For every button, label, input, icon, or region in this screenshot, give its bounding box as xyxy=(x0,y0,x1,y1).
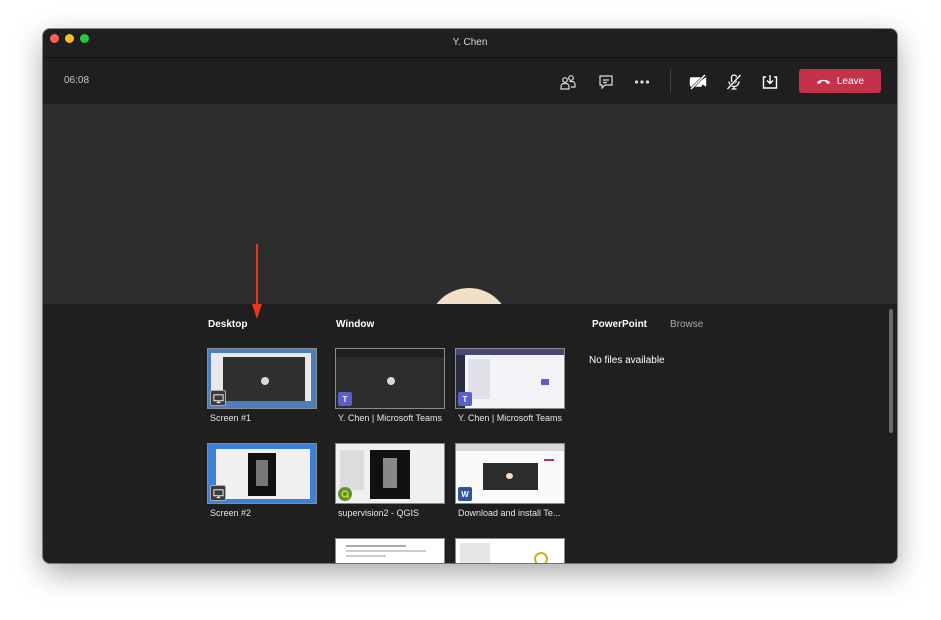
share-panel-scrollbar[interactable] xyxy=(889,309,893,433)
window-thumbnail xyxy=(335,538,445,563)
desktop-heading: Desktop xyxy=(208,319,248,330)
window-tile-label: Y. Chen | Microsoft Teams xyxy=(458,413,563,423)
chat-icon[interactable] xyxy=(596,72,616,92)
powerpoint-heading: PowerPoint xyxy=(592,319,648,330)
more-icon[interactable] xyxy=(632,72,652,92)
window-title: Y. Chen xyxy=(452,37,488,48)
teams-window: Y. Chen 06:08 Leave Desktop Window Power… xyxy=(43,29,897,563)
meeting-stage xyxy=(43,104,897,370)
window-thumbnail xyxy=(335,443,445,504)
no-files-message: No files available xyxy=(589,355,665,366)
browse-link[interactable]: Browse xyxy=(670,319,703,330)
window-thumbnail: T xyxy=(335,348,445,409)
share-tray-icon[interactable] xyxy=(760,72,780,92)
share-content-panel: Desktop Window PowerPoint Browse No file… xyxy=(43,304,897,563)
leave-label: Leave xyxy=(836,75,865,87)
screen-2-tile[interactable]: Screen #2 xyxy=(207,443,317,518)
teams-app-icon: T xyxy=(458,392,472,406)
people-icon[interactable] xyxy=(558,72,578,92)
window-thumbnail: T xyxy=(455,348,565,409)
meeting-timer: 06:08 xyxy=(64,75,90,86)
screen-thumbnail xyxy=(207,348,317,409)
camera-off-icon[interactable] xyxy=(688,72,708,92)
red-arrow-annotation xyxy=(252,244,262,319)
screen-1-label: Screen #1 xyxy=(210,413,252,423)
monitor-icon xyxy=(210,390,226,406)
hang-up-icon xyxy=(816,79,830,84)
window-tile[interactable]: T Y. Chen | Microsoft Teams xyxy=(455,348,565,423)
window-tile-label: supervision2 - QGIS xyxy=(338,508,420,518)
window-tile[interactable] xyxy=(455,538,565,563)
screen-2-label: Screen #2 xyxy=(210,508,252,518)
monitor-icon xyxy=(210,485,226,501)
screen-1-tile[interactable]: Screen #1 xyxy=(207,348,317,423)
window-heading: Window xyxy=(336,319,375,330)
window-tile[interactable]: W Download and install Te... xyxy=(455,443,565,518)
window-tile[interactable]: supervision2 - QGIS xyxy=(335,443,445,518)
word-app-icon: W xyxy=(458,487,472,501)
qgis-app-icon xyxy=(338,487,352,501)
window-tile-label: Download and install Te... xyxy=(458,508,561,518)
window-tile[interactable] xyxy=(335,538,445,563)
leave-button[interactable]: Leave xyxy=(799,69,881,93)
window-thumbnail xyxy=(455,538,565,563)
window-thumbnail: W xyxy=(455,443,565,504)
window-tile-label: Y. Chen | Microsoft Teams xyxy=(338,413,443,423)
mic-off-icon[interactable] xyxy=(724,72,744,92)
title-bar: Y. Chen xyxy=(43,29,897,58)
toolbar-divider xyxy=(670,69,671,93)
screen-thumbnail xyxy=(207,443,317,504)
meeting-toolbar: 06:08 Leave xyxy=(43,58,897,104)
teams-app-icon: T xyxy=(338,392,352,406)
window-tile[interactable]: T Y. Chen | Microsoft Teams xyxy=(335,348,445,423)
